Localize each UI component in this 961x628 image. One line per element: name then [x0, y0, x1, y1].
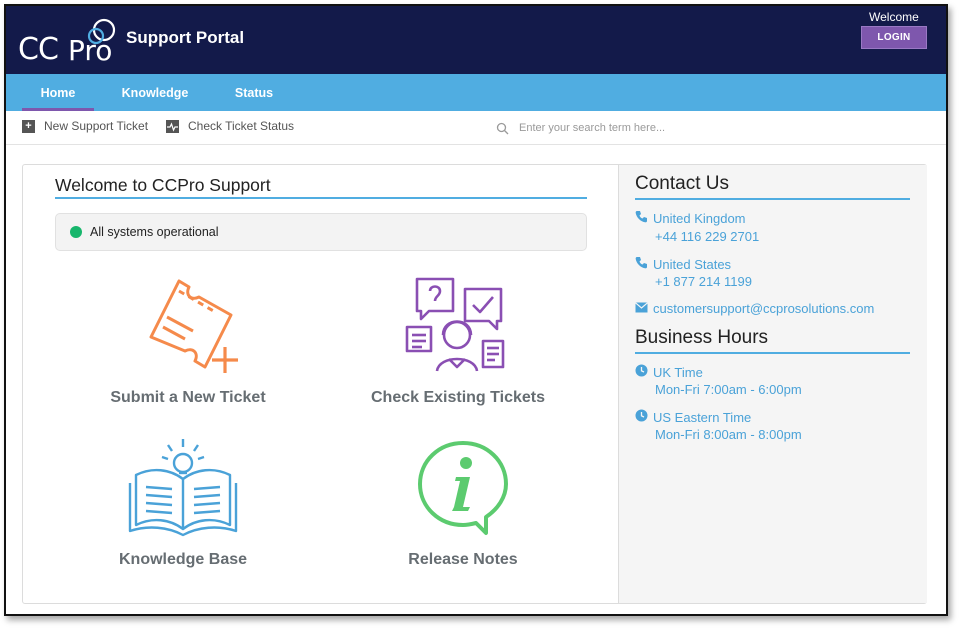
- contact-us-region: United States: [653, 256, 732, 272]
- ticket-plus-icon: [149, 279, 238, 373]
- contact-uk-region: United Kingdom: [653, 210, 746, 226]
- contact-sidebar: Contact Us United Kingdom +44 116 229 27…: [618, 165, 927, 603]
- check-existing-tickets-tile[interactable]: Check Existing Tickets: [348, 275, 568, 425]
- envelope-icon: [635, 301, 649, 316]
- clock-icon: [635, 364, 649, 380]
- release-notes-label: Release Notes: [408, 551, 518, 568]
- plus-icon: +: [22, 119, 35, 133]
- knowledge-base-tile[interactable]: Knowledge Base: [73, 437, 293, 587]
- status-indicator: [70, 226, 82, 238]
- title-divider: [55, 197, 587, 199]
- new-support-ticket-label: New Support Ticket: [44, 119, 149, 133]
- contact-uk-phone[interactable]: +44 116 229 2701: [655, 229, 759, 244]
- main-panel: Welcome to CCPro Support All systems ope…: [22, 164, 927, 604]
- hours-uk-zone: UK Time: [653, 364, 703, 380]
- support-email-link[interactable]: customersupport@ccprosolutions.com: [635, 301, 874, 316]
- search-box: [496, 118, 756, 138]
- logo-pro: Pro: [68, 34, 113, 67]
- page-title: Welcome to CCPro Support: [55, 175, 271, 195]
- contact-uk: United Kingdom: [635, 210, 746, 226]
- action-toolbar: + New Support Ticket Check Ticket Status: [6, 111, 946, 145]
- check-ticket-status-link[interactable]: Check Ticket Status: [166, 119, 294, 133]
- tab-home[interactable]: Home: [22, 74, 94, 111]
- portal-title: Support Portal: [126, 28, 245, 47]
- new-support-ticket-link[interactable]: + New Support Ticket: [22, 119, 148, 133]
- hours-divider: [635, 352, 910, 354]
- clock-icon: [635, 409, 649, 425]
- status-text: All systems operational: [90, 225, 219, 239]
- tab-status[interactable]: Status: [226, 74, 282, 111]
- portal-window: CC Pro Support Portal Welcome LOGIN Home…: [4, 4, 948, 616]
- hours-us-times: Mon-Fri 8:00am - 8:00pm: [655, 427, 802, 442]
- contact-us: United States: [635, 256, 731, 272]
- release-notes-tile[interactable]: Release Notes: [353, 437, 573, 587]
- contact-us-heading: Contact Us: [635, 173, 729, 194]
- welcome-text: Welcome: [869, 10, 919, 24]
- book-lightbulb-icon: [128, 439, 238, 537]
- submit-new-ticket-label: Submit a New Ticket: [110, 389, 266, 406]
- ccpro-logo[interactable]: CC Pro: [18, 14, 118, 67]
- check-existing-tickets-label: Check Existing Tickets: [371, 389, 545, 406]
- logo-cc: CC: [18, 32, 59, 67]
- pulse-icon: [166, 119, 179, 133]
- contact-divider: [635, 198, 910, 200]
- hours-uk: UK Time: [635, 364, 703, 380]
- phone-icon: [635, 256, 649, 272]
- search-input[interactable]: [519, 122, 739, 134]
- check-ticket-status-label: Check Ticket Status: [188, 119, 295, 133]
- main-nav: Home Knowledge Status: [6, 74, 946, 111]
- phone-icon: [635, 210, 649, 226]
- hours-us: US Eastern Time: [635, 409, 751, 425]
- login-button[interactable]: LOGIN: [861, 26, 927, 49]
- submit-new-ticket-tile[interactable]: Submit a New Ticket: [78, 275, 298, 425]
- header: CC Pro Support Portal Welcome LOGIN: [6, 6, 946, 74]
- system-status-banner: All systems operational: [55, 213, 587, 251]
- contact-us-phone[interactable]: +1 877 214 1199: [655, 274, 752, 289]
- business-hours-heading: Business Hours: [635, 327, 769, 348]
- info-bubble-icon: [418, 441, 508, 535]
- support-agent-icon: [405, 277, 505, 372]
- knowledge-base-label: Knowledge Base: [118, 551, 248, 568]
- support-email-address: customersupport@ccprosolutions.com: [653, 301, 875, 316]
- search-icon: [496, 122, 509, 134]
- hours-uk-times: Mon-Fri 7:00am - 6:00pm: [655, 382, 802, 397]
- tab-knowledge[interactable]: Knowledge: [114, 74, 196, 111]
- hours-us-zone: US Eastern Time: [653, 409, 752, 425]
